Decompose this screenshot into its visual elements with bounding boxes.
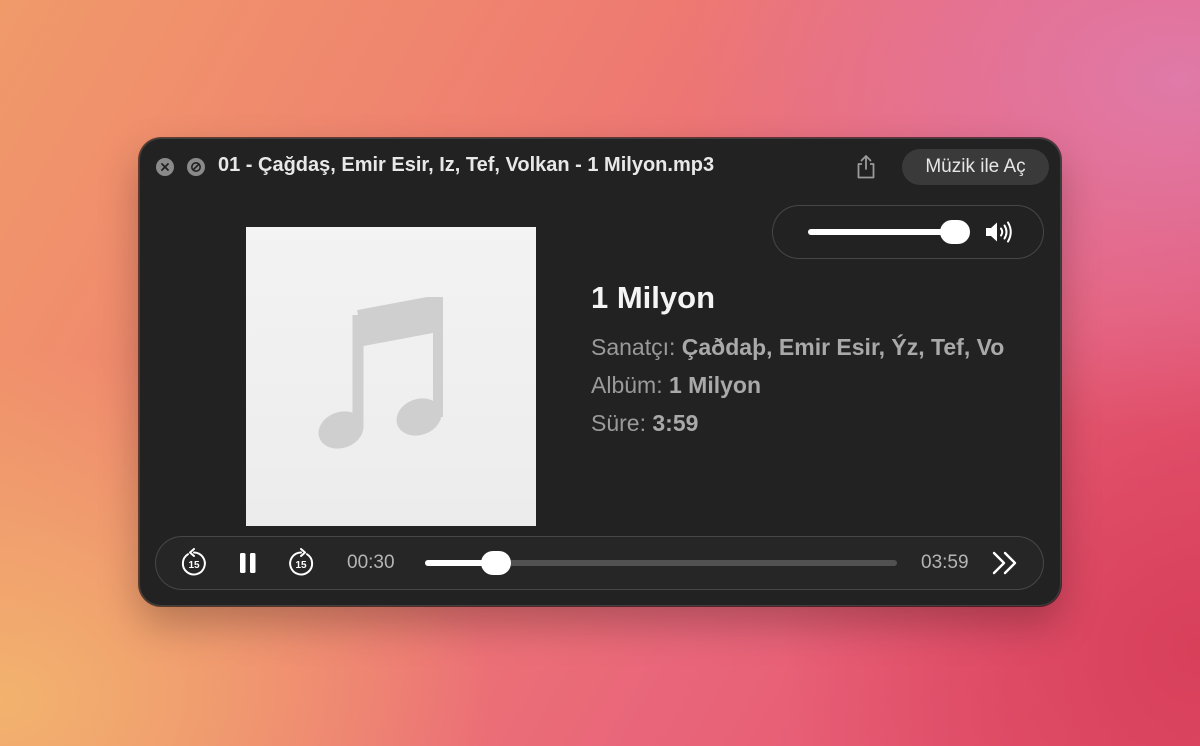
minimize-icon xyxy=(191,162,201,172)
share-button[interactable] xyxy=(855,154,877,180)
skip-forward-seconds: 15 xyxy=(295,560,307,571)
title-bar: 01 - Çağdaş, Emir Esir, Iz, Tef, Volkan … xyxy=(139,138,1061,196)
artist-label: Sanatçı: xyxy=(591,334,676,360)
album-label: Albüm: xyxy=(591,372,663,398)
duration-row: Süre: 3:59 xyxy=(591,410,698,437)
total-time: 03:59 xyxy=(921,552,969,573)
quick-look-window: 01 - Çağdaş, Emir Esir, Iz, Tef, Volkan … xyxy=(139,138,1061,606)
volume-slider-thumb[interactable] xyxy=(940,220,971,244)
artist-row: Sanatçı: Çaðdaþ, Emir Esir, Ýz, Tef, Vo xyxy=(591,334,1027,361)
album-artwork xyxy=(246,227,536,526)
duration-label: Süre: xyxy=(591,410,646,436)
minimize-button[interactable] xyxy=(187,158,205,176)
skip-back-15-icon[interactable]: 15 xyxy=(179,548,209,578)
volume-control xyxy=(772,205,1044,259)
skip-back-seconds: 15 xyxy=(188,560,200,571)
duration-value: 3:59 xyxy=(652,410,699,436)
volume-slider[interactable] xyxy=(808,220,971,244)
playback-controls: 15 15 00:30 03:59 xyxy=(155,536,1044,590)
close-button[interactable] xyxy=(156,158,174,176)
window-title: 01 - Çağdaş, Emir Esir, Iz, Tef, Volkan … xyxy=(218,154,715,176)
artist-value: Çaðdaþ, Emir Esir, Ýz, Tef, Vo xyxy=(681,334,1005,360)
open-with-music-button[interactable]: Müzik ile Aç xyxy=(902,149,1049,185)
current-time: 00:30 xyxy=(347,552,395,573)
speaker-icon[interactable] xyxy=(984,219,1014,245)
volume-slider-fill xyxy=(808,229,956,235)
pause-icon[interactable] xyxy=(237,550,259,576)
skip-forward-15-icon[interactable]: 15 xyxy=(286,548,316,578)
progress-slider[interactable] xyxy=(425,551,897,575)
album-value: 1 Milyon xyxy=(668,372,761,398)
track-title: 1 Milyon xyxy=(591,280,716,315)
fast-forward-icon[interactable] xyxy=(990,550,1020,576)
music-note-icon xyxy=(318,297,443,449)
album-row: Albüm: 1 Milyon xyxy=(591,372,761,399)
share-icon xyxy=(857,155,875,179)
close-icon xyxy=(161,163,169,171)
progress-slider-thumb[interactable] xyxy=(480,551,511,575)
